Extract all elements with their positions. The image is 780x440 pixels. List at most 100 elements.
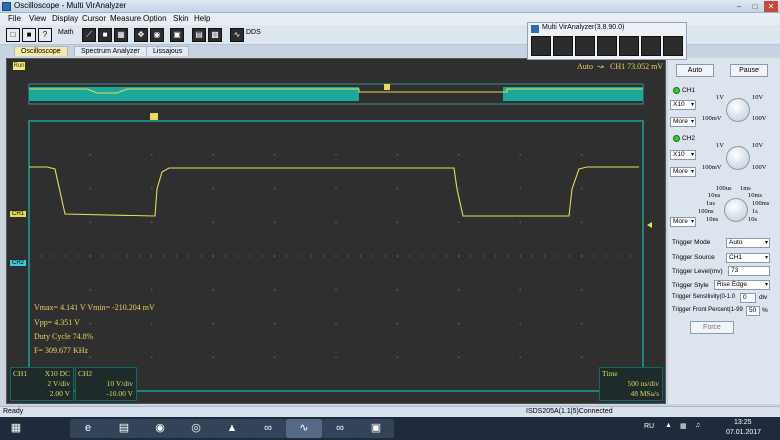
time-info-box[interactable]: Time 500 ns/div 48 MSa/s	[599, 367, 663, 401]
grid-dot	[335, 356, 337, 359]
mva-spectrum-icon[interactable]	[553, 36, 573, 56]
mva-logic-icon[interactable]	[597, 36, 617, 56]
grid-icon[interactable]: ▦	[114, 28, 128, 42]
mva-recorder-icon[interactable]	[619, 36, 639, 56]
zoom-icon[interactable]: ◉	[150, 28, 164, 42]
trigger-mode-select[interactable]: Auto	[726, 238, 770, 248]
help-icon[interactable]: ?	[38, 28, 52, 42]
trigger-source-select[interactable]: CH1	[726, 253, 770, 263]
tray-language[interactable]: RU	[644, 423, 654, 430]
grid-dot	[273, 221, 276, 224]
menu-cursor[interactable]: Cursor	[82, 14, 106, 23]
arduino-2-icon[interactable]: ∞	[322, 419, 358, 438]
stop-icon[interactable]: ■	[98, 28, 112, 42]
screenshot-icon[interactable]: ▣	[170, 28, 184, 42]
ch2-more-select[interactable]: More	[670, 167, 696, 177]
trigger-sensitivity-unit: div	[759, 294, 768, 301]
time-knob-100ms: 100ms	[752, 200, 770, 207]
menu-view[interactable]: View	[29, 14, 46, 23]
ch1-more-select[interactable]: More	[670, 117, 696, 127]
ch2-knob-1v: 1V	[716, 142, 724, 149]
maximize-icon[interactable]: □	[748, 1, 762, 12]
auto-button[interactable]: Auto	[676, 64, 714, 77]
ch2-led-icon[interactable]	[673, 135, 680, 142]
move-icon[interactable]: ✥	[134, 28, 148, 42]
tray-time[interactable]: 13:25	[734, 419, 752, 426]
tray-volume-icon[interactable]: ♫	[695, 422, 700, 429]
viranalyzer-task-icon[interactable]: ∿	[286, 419, 322, 438]
grid-dot	[273, 187, 276, 190]
trigger-sensitivity-input[interactable]: 0	[740, 293, 756, 303]
chrome-icon[interactable]: ◎	[178, 419, 214, 438]
menu-skin[interactable]: Skin	[173, 14, 189, 23]
minimize-icon[interactable]: –	[732, 1, 746, 12]
grid-axis-dot	[151, 255, 153, 257]
grid-dot	[580, 288, 583, 291]
menu-option[interactable]: Option	[143, 14, 167, 23]
dds-label[interactable]: DDS	[246, 29, 261, 36]
scope-display[interactable]: Run Auto ↝ CH1 73.052 mV CH1 CH2 Vmax= 4…	[6, 58, 666, 404]
grid-axis-dot	[237, 255, 239, 257]
game-icon[interactable]: ▲	[214, 419, 250, 438]
mva-pulse-icon[interactable]	[663, 36, 683, 56]
measure-vpp: Vpp= 4.351 V	[34, 318, 80, 327]
grid-dot	[273, 288, 276, 291]
trigger-readout: CH1 73.052 mV	[610, 62, 664, 71]
ie-icon[interactable]: e	[70, 419, 106, 438]
start-icon[interactable]: ▦	[2, 419, 30, 438]
grid-dot	[458, 221, 460, 224]
mva-generator-icon[interactable]	[575, 36, 595, 56]
trigger-level-input[interactable]: 73	[728, 266, 770, 276]
status-device: ISDS205A(1.1|5)Connected	[526, 408, 613, 415]
grid-dot	[151, 322, 153, 325]
ch2-probe-select[interactable]: X10	[670, 150, 696, 160]
grid-axis-dot	[114, 255, 116, 257]
grid-axis-dot	[77, 255, 79, 257]
new-icon[interactable]: □	[6, 28, 20, 42]
explorer-icon[interactable]: ▤	[106, 419, 142, 438]
record-icon[interactable]: ▩	[208, 28, 222, 42]
grid-dot	[519, 322, 521, 325]
ch2-volt-knob[interactable]	[726, 146, 750, 170]
ch1-volt-knob[interactable]	[726, 98, 750, 122]
export-icon[interactable]: ▤	[192, 28, 206, 42]
ch2-info-box[interactable]: CH2 10 V/div -10.00 V	[75, 367, 137, 401]
time-knob-10ns: 10ns	[706, 216, 719, 223]
ch2-marker[interactable]: CH2	[10, 260, 27, 266]
force-button[interactable]: Force	[690, 321, 734, 334]
pause-button[interactable]: Pause	[730, 64, 768, 77]
grid-axis-dot	[163, 255, 165, 257]
mva-analyzer-icon[interactable]	[641, 36, 661, 56]
trigger-front-input[interactable]: 50	[746, 306, 760, 316]
menu-help[interactable]: Help	[194, 14, 210, 23]
ch1-label: CH1	[682, 87, 696, 94]
tab-lissajous[interactable]: Lissajous	[146, 46, 190, 56]
timebase-knob[interactable]	[724, 198, 748, 222]
time-more-select[interactable]: More	[670, 217, 696, 227]
tray-arrow-icon[interactable]: ▲	[665, 422, 672, 429]
grid-dot	[580, 221, 583, 224]
ch1-led-icon[interactable]	[673, 87, 680, 94]
tray-network-icon[interactable]: ▦	[680, 422, 687, 430]
close-icon[interactable]: ✕	[764, 1, 778, 12]
app-task-icon[interactable]: ▣	[358, 419, 394, 438]
save-icon[interactable]: ■	[22, 28, 36, 42]
mva-oscilloscope-icon[interactable]	[531, 36, 551, 56]
ch1-probe-select[interactable]: X10	[670, 100, 696, 110]
firefox-icon[interactable]: ◉	[142, 419, 178, 438]
grid-dot	[212, 153, 214, 156]
trigger-style-select[interactable]: Rise Edge	[714, 280, 770, 290]
tab-oscilloscope[interactable]: Oscilloscope	[14, 46, 68, 56]
math-label[interactable]: Math	[58, 29, 74, 36]
menu-file[interactable]: File	[8, 14, 21, 23]
tab-spectrum-analyzer[interactable]: Spectrum Analyzer	[74, 46, 147, 56]
menu-measure[interactable]: Measure	[110, 14, 141, 23]
ch1-marker[interactable]: CH1	[10, 211, 27, 217]
grid-axis-dot	[507, 255, 509, 257]
dds-icon[interactable]: ∿	[230, 28, 244, 42]
tray-date[interactable]: 07.01.2017	[726, 429, 761, 436]
ch1-info-box[interactable]: CH1 X10 DC 2 V/div 2.00 V	[10, 367, 74, 401]
cursor-tool-icon[interactable]: ⟋	[82, 28, 96, 42]
arduino-icon[interactable]: ∞	[250, 419, 286, 438]
menu-display[interactable]: Display	[52, 14, 78, 23]
